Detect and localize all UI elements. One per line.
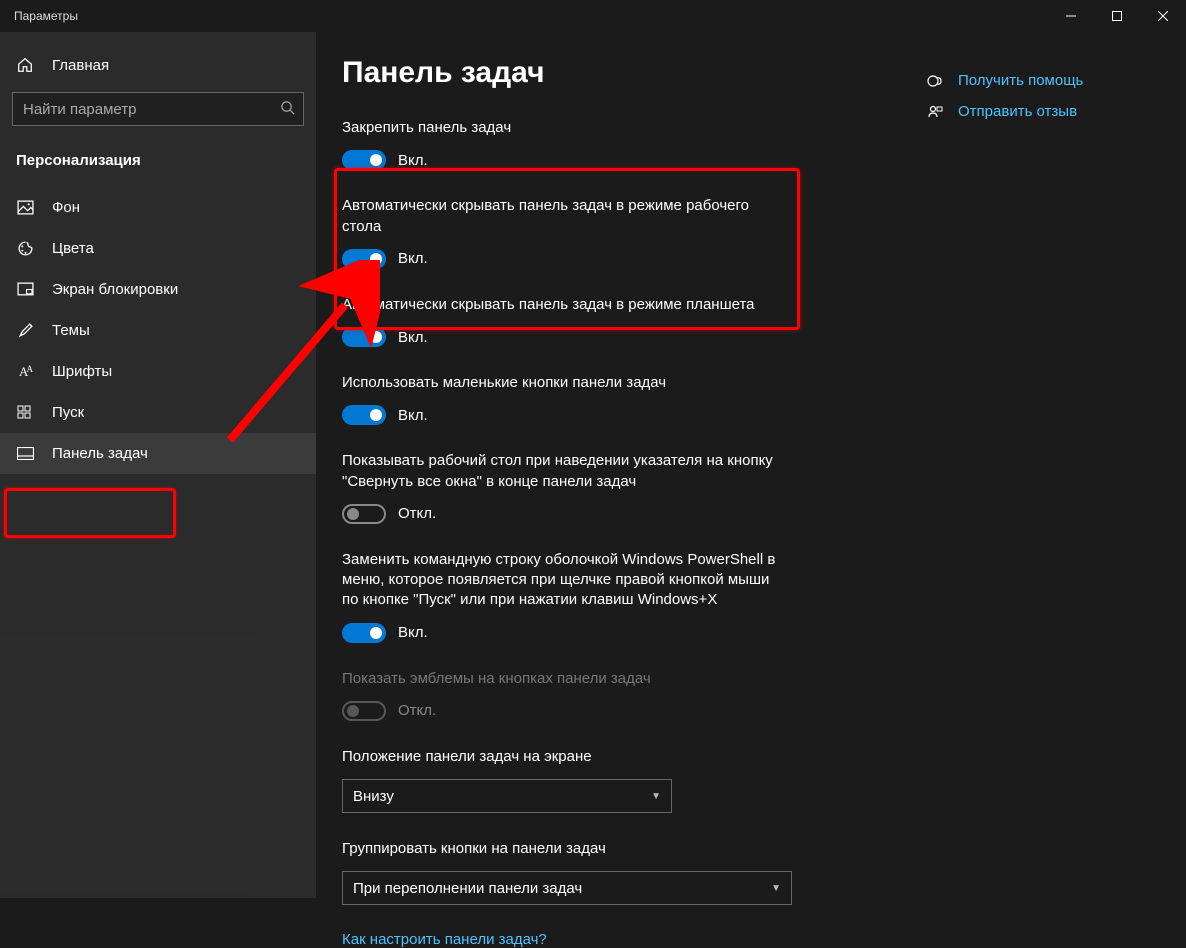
setting-label: Закрепить панель задач: [342, 118, 782, 138]
sidebar-item-colors[interactable]: Цвета: [0, 228, 316, 269]
search-box[interactable]: [12, 92, 304, 126]
setting-badges: Показать эмблемы на кнопках панели задач…: [342, 669, 902, 721]
setting-label: Показывать рабочий стол при наведении ук…: [342, 451, 782, 492]
brush-icon: [16, 322, 34, 339]
titlebar: Параметры: [0, 0, 1186, 32]
dropdown-position[interactable]: Внизу ▼: [342, 779, 672, 813]
setting-position: Положение панели задач на экране Внизу ▼: [342, 747, 902, 813]
toggle-powershell[interactable]: [342, 623, 386, 643]
picture-icon: [16, 199, 34, 216]
setting-label: Заменить командную строку оболочкой Wind…: [342, 550, 782, 611]
toggle-state-text: Вкл.: [398, 250, 428, 267]
sidebar-item-themes[interactable]: Темы: [0, 310, 316, 351]
dropdown-grouping[interactable]: При переполнении панели задач ▼: [342, 871, 792, 905]
setting-label: Показать эмблемы на кнопках панели задач: [342, 669, 782, 689]
aside-link-label: Отправить отзыв: [958, 103, 1077, 120]
setting-autohide-desktop: Автоматически скрывать панель задач в ре…: [342, 196, 902, 269]
sidebar-item-label: Пуск: [52, 404, 84, 421]
toggle-autohide-desktop[interactable]: [342, 249, 386, 269]
aside-get-help[interactable]: Получить помощь: [926, 72, 1083, 89]
sidebar-section-label: Персонализация: [0, 138, 316, 187]
toggle-small-buttons[interactable]: [342, 405, 386, 425]
sidebar-item-taskbar[interactable]: Панель задач: [0, 433, 316, 474]
sidebar-item-fonts[interactable]: AA Шрифты: [0, 351, 316, 392]
setting-lock-taskbar: Закрепить панель задач Вкл.: [342, 118, 902, 170]
toggle-state-text: Вкл.: [398, 152, 428, 169]
toggle-state-text: Вкл.: [398, 624, 428, 641]
setting-powershell: Заменить командную строку оболочкой Wind…: [342, 550, 902, 643]
toggle-badges: [342, 701, 386, 721]
chevron-down-icon: ▼: [771, 883, 781, 894]
search-input[interactable]: [23, 101, 280, 118]
maximize-button[interactable]: [1094, 0, 1140, 32]
taskbar-icon: [16, 447, 34, 460]
toggle-state-text: Откл.: [398, 702, 436, 719]
start-icon: [16, 405, 34, 421]
palette-icon: [16, 240, 34, 257]
sidebar-home-label: Главная: [52, 57, 109, 74]
sidebar-item-label: Экран блокировки: [52, 281, 178, 298]
setting-label: Группировать кнопки на панели задач: [342, 839, 782, 859]
chevron-down-icon: ▼: [651, 791, 661, 802]
sidebar-item-label: Панель задач: [52, 445, 148, 462]
window-controls: [1048, 0, 1186, 32]
aside-links: Получить помощь Отправить отзыв: [902, 56, 1083, 898]
dropdown-value: Внизу: [353, 788, 394, 805]
toggle-state-text: Вкл.: [398, 329, 428, 346]
setting-small-buttons: Использовать маленькие кнопки панели зад…: [342, 373, 902, 425]
search-icon: [280, 100, 295, 119]
sidebar: Главная Персонализация Фон Цвета Экран б…: [0, 32, 316, 898]
help-link-taskbar[interactable]: Как настроить панели задач?: [342, 931, 547, 948]
help-icon: [926, 73, 944, 89]
minimize-button[interactable]: [1048, 0, 1094, 32]
sidebar-item-label: Темы: [52, 322, 90, 339]
sidebar-item-label: Шрифты: [52, 363, 112, 380]
aside-feedback[interactable]: Отправить отзыв: [926, 103, 1083, 120]
setting-grouping: Группировать кнопки на панели задач При …: [342, 839, 902, 905]
sidebar-item-lockscreen[interactable]: Экран блокировки: [0, 269, 316, 310]
dropdown-value: При переполнении панели задач: [353, 880, 582, 897]
page-title: Панель задач: [342, 56, 902, 90]
feedback-icon: [926, 104, 944, 120]
content-area: Панель задач Закрепить панель задач Вкл.…: [316, 32, 1186, 898]
toggle-autohide-tablet[interactable]: [342, 327, 386, 347]
home-icon: [16, 56, 34, 74]
setting-label: Положение панели задач на экране: [342, 747, 782, 767]
lockscreen-icon: [16, 281, 34, 298]
setting-peek: Показывать рабочий стол при наведении ук…: [342, 451, 902, 524]
toggle-lock-taskbar[interactable]: [342, 150, 386, 170]
sidebar-item-start[interactable]: Пуск: [0, 392, 316, 433]
aside-link-label: Получить помощь: [958, 72, 1083, 89]
sidebar-item-label: Цвета: [52, 240, 94, 257]
toggle-state-text: Вкл.: [398, 407, 428, 424]
sidebar-item-label: Фон: [52, 199, 80, 216]
setting-label: Автоматически скрывать панель задач в ре…: [342, 196, 782, 237]
window-title: Параметры: [14, 9, 78, 23]
font-icon: AA: [16, 364, 34, 380]
toggle-peek[interactable]: [342, 504, 386, 524]
sidebar-item-background[interactable]: Фон: [0, 187, 316, 228]
setting-autohide-tablet: Автоматически скрывать панель задач в ре…: [342, 295, 902, 347]
toggle-state-text: Откл.: [398, 505, 436, 522]
setting-label: Автоматически скрывать панель задач в ре…: [342, 295, 782, 315]
setting-label: Использовать маленькие кнопки панели зад…: [342, 373, 782, 393]
sidebar-home[interactable]: Главная: [0, 44, 316, 88]
close-button[interactable]: [1140, 0, 1186, 32]
